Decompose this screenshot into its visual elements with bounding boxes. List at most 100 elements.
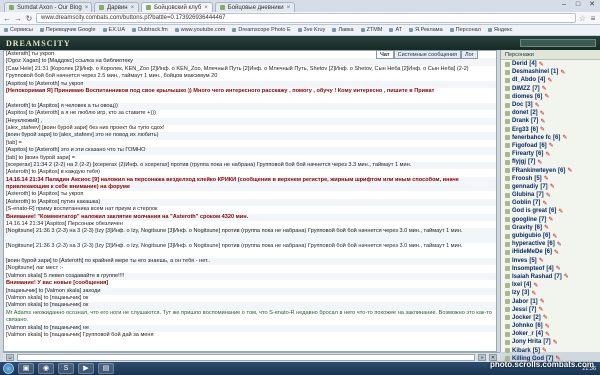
player-name[interactable]: Desmashinel	[512, 69, 549, 75]
info-icon[interactable]: ✎	[545, 323, 550, 330]
player-name[interactable]: FRankinwteyen	[512, 168, 556, 174]
info-icon[interactable]: ✎	[567, 167, 572, 174]
close-icon[interactable]: ×	[131, 5, 135, 11]
browser-tab[interactable]: Дарвин ×	[94, 2, 140, 12]
taskbar-browser-icon[interactable]: ◉	[38, 363, 54, 374]
bookmark-item[interactable]: Dreamscope Photo E	[232, 27, 291, 33]
player-row[interactable]: donet [2] ✎	[501, 109, 600, 117]
player-name[interactable]: gennadiy	[512, 184, 538, 190]
player-name[interactable]: Drank	[512, 118, 529, 124]
start-button[interactable]	[3, 363, 14, 374]
player-row[interactable]: Johnko [6] ✎	[501, 322, 600, 330]
player-name[interactable]: Figofoad	[512, 143, 537, 149]
info-icon[interactable]: ✎	[556, 265, 561, 272]
player-name[interactable]: Erg33	[512, 127, 529, 133]
bookmark-item[interactable]: ZTMM	[360, 27, 382, 33]
bookmark-item[interactable]: AT	[389, 27, 402, 33]
url-field[interactable]: www.dreamscity.combats.com/buttons.pl?ba…	[36, 13, 576, 23]
player-name[interactable]: Ixel	[512, 282, 522, 288]
info-icon[interactable]: ✎	[547, 77, 552, 84]
player-name[interactable]: hyperactive	[512, 241, 545, 247]
player-name[interactable]: Jony Hrita	[512, 339, 541, 345]
info-icon[interactable]: ✎	[544, 93, 549, 100]
info-icon[interactable]: ✎	[543, 314, 548, 321]
player-row[interactable]: Jocker [2] ✎	[501, 314, 600, 322]
info-icon[interactable]: ✎	[546, 192, 551, 199]
info-icon[interactable]: ✎	[539, 257, 544, 264]
player-name[interactable]: Doc	[512, 102, 523, 108]
player-row[interactable]: Erg33 [6] ✎	[501, 126, 600, 134]
player-name[interactable]: googline	[512, 217, 537, 223]
player-name[interactable]: Inves	[512, 258, 527, 264]
info-icon[interactable]: ✎	[531, 290, 536, 297]
send-button[interactable]: »	[478, 354, 486, 361]
close-icon[interactable]: ×	[204, 5, 208, 11]
maximize-icon[interactable]: □	[572, 1, 584, 9]
bookmark-item[interactable]: Сервисы	[4, 27, 33, 33]
player-name[interactable]: Izy	[512, 290, 520, 296]
info-icon[interactable]: ✎	[539, 61, 544, 68]
minimize-icon[interactable]: –	[558, 1, 570, 9]
bookmark-item[interactable]: Персонал	[449, 27, 481, 33]
taskbar-player-icon[interactable]: ▶	[78, 363, 94, 374]
info-icon[interactable]: ✎	[549, 142, 554, 149]
player-row[interactable]: Goblin [7] ✎	[501, 199, 600, 207]
player-name[interactable]: Gravity	[512, 225, 533, 231]
info-icon[interactable]: ✎	[545, 331, 550, 338]
player-name[interactable]: God is great	[512, 208, 547, 214]
player-row[interactable]: Doc [3] ✎	[501, 101, 600, 109]
info-icon[interactable]: ✎	[552, 233, 557, 240]
info-icon[interactable]: ✎	[540, 110, 545, 117]
close-icon[interactable]: ×	[287, 5, 291, 11]
player-name[interactable]: iHideMeDe	[512, 249, 543, 255]
player-name[interactable]: flyjgj	[512, 159, 526, 165]
info-icon[interactable]: ✎	[535, 102, 540, 109]
info-icon[interactable]: ✎	[537, 159, 542, 166]
info-icon[interactable]: ✎	[558, 208, 563, 215]
player-name[interactable]: Derid	[512, 61, 527, 67]
player-row[interactable]: gubigubio [6] ✎	[501, 232, 600, 240]
player-name[interactable]: fenerbahce fc	[512, 135, 551, 141]
bookmark-item[interactable]: Лавка	[332, 27, 354, 33]
info-icon[interactable]: ✎	[544, 224, 549, 231]
taskbar-folder-icon[interactable]: ▤	[98, 363, 114, 374]
info-icon[interactable]: ✎	[548, 216, 553, 223]
info-icon[interactable]: ✎	[542, 347, 547, 354]
player-name[interactable]: Jabor	[512, 299, 528, 305]
player-row[interactable]: Firearty [6] ✎	[501, 150, 600, 158]
browser-tab-active[interactable]: Бойцовский клуб ×	[141, 2, 213, 12]
player-row[interactable]: Desmashinel [1] ✎	[501, 68, 600, 76]
player-row[interactable]: Inves [5] ✎	[501, 257, 600, 265]
chat-input[interactable]	[17, 354, 475, 361]
info-icon[interactable]: ✎	[557, 241, 562, 248]
player-row[interactable]: Gravity [6] ✎	[501, 224, 600, 232]
back-icon[interactable]: ←	[3, 14, 11, 23]
player-row[interactable]: Froosh [5] ✎	[501, 175, 600, 183]
player-row[interactable]: Kibark [5] ✎	[501, 347, 600, 355]
bookmark-item[interactable]: Я.Реклама	[409, 27, 443, 33]
bookmark-item[interactable]: EX.UA	[102, 27, 125, 33]
tab-chat[interactable]: Чат	[376, 50, 394, 59]
player-row[interactable]: googline [7] ✎	[501, 216, 600, 224]
info-icon[interactable]: ✎	[544, 175, 549, 182]
info-icon[interactable]: ✎	[533, 282, 538, 289]
info-icon[interactable]: ✎	[540, 118, 545, 125]
info-icon[interactable]: ✎	[545, 151, 550, 158]
reload-icon[interactable]: ↻	[25, 14, 33, 23]
player-name[interactable]: Jocker	[512, 315, 531, 321]
player-name[interactable]: Kibark	[512, 348, 531, 354]
bookmark-item[interactable]: Переводчик Google	[39, 27, 96, 33]
info-icon[interactable]: ✎	[554, 249, 559, 256]
player-row[interactable]: Derid [4] ✎	[501, 60, 600, 68]
close-window-icon[interactable]: ✕	[586, 1, 598, 9]
player-row[interactable]: iHideMeDe [6] ✎	[501, 248, 600, 256]
info-icon[interactable]: ✎	[553, 339, 558, 346]
info-icon[interactable]: ✎	[542, 200, 547, 207]
bookmark-item[interactable]: www.youtube.com	[174, 27, 225, 33]
player-row[interactable]: diomes [6] ✎	[501, 93, 600, 101]
player-row[interactable]: Isaiah Rashad [7] ✎	[501, 273, 600, 281]
player-row[interactable]: Jony Hrita [7] ✎	[501, 338, 600, 346]
player-name[interactable]: donet	[512, 110, 528, 116]
player-row[interactable]: FRankinwteyen [6] ✎	[501, 166, 600, 174]
player-row[interactable]: Joker_r [4] ✎	[501, 330, 600, 338]
